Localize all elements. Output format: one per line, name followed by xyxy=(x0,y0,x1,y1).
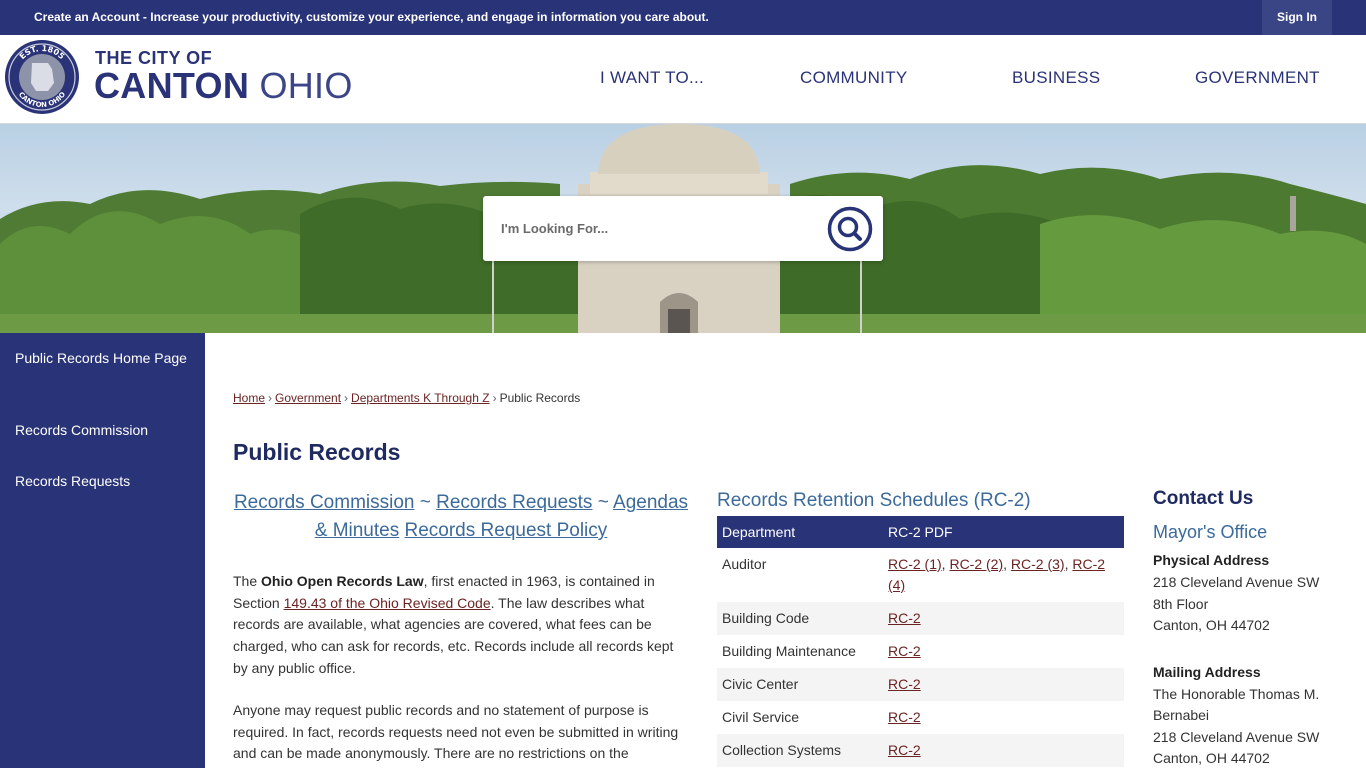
table-row: Civil Service RC-2 xyxy=(717,701,1124,734)
dept-cell: Auditor xyxy=(722,556,767,572)
dept-cell: Civic Center xyxy=(717,668,883,701)
mailing-address-line: Bernabei xyxy=(1153,707,1210,723)
nav-i-want-to[interactable]: I WANT TO... xyxy=(600,68,704,88)
retention-schedules-title: Records Retention Schedules (RC-2) xyxy=(717,490,1031,511)
rc2-link[interactable]: RC-2 (2) xyxy=(949,556,1003,572)
table-row: Building Code RC-2 xyxy=(717,602,1124,635)
mailing-address-line: Canton, OH 44702 xyxy=(1153,750,1270,766)
breadcrumb-separator: › xyxy=(344,391,349,405)
retention-table: Department RC-2 PDF Auditor RC-2 (1), RC… xyxy=(717,516,1124,767)
pdf-cell: RC-2 (1), RC-2 (2), RC-2 (3), RC-2 (4) xyxy=(888,556,1106,593)
section-sidebar: Public Records Home Page Records Commiss… xyxy=(0,333,205,768)
breadcrumb-current: Public Records xyxy=(499,391,581,405)
dept-cell: Building Maintenance xyxy=(722,643,856,659)
account-promo: Create an Account - Increase your produc… xyxy=(34,10,709,24)
contact-office-name: Mayor's Office xyxy=(1153,522,1268,542)
page-title: Public Records xyxy=(233,439,401,465)
rc2-link[interactable]: RC-2 xyxy=(888,742,921,758)
site-header: EST. 1805 CANTON OHIO THE CITY OF CANTON… xyxy=(0,35,1366,124)
brand-canton: CANTON xyxy=(94,65,250,106)
brand-ohio: OHIO xyxy=(249,65,353,106)
nav-business[interactable]: BUSINESS xyxy=(1012,68,1100,88)
rc2-link[interactable]: RC-2 xyxy=(888,676,921,692)
contact-us-heading: Contact Us xyxy=(1153,488,1254,509)
nav-community[interactable]: COMMUNITY xyxy=(800,68,908,88)
search-icon[interactable] xyxy=(827,206,873,252)
breadcrumb-separator: › xyxy=(492,391,497,405)
city-seal-logo[interactable]: EST. 1805 CANTON OHIO xyxy=(4,39,80,115)
table-header-row: Department RC-2 PDF xyxy=(717,516,1124,548)
sign-in-button[interactable]: Sign In xyxy=(1262,0,1332,35)
table-row: Civic Center RC-2 xyxy=(717,668,1124,701)
tilde-separator: ~ xyxy=(414,492,437,513)
link-records-requests[interactable]: Records Requests xyxy=(436,492,592,513)
pdf-cell: RC-2 xyxy=(883,734,1124,767)
link-records-request-policy[interactable]: Records Request Policy xyxy=(405,520,608,541)
pdf-cell: RC-2 xyxy=(883,668,1124,701)
quick-links: Records Commission ~ Records Requests ~ … xyxy=(233,489,689,545)
physical-address-line: Canton, OH 44702 xyxy=(1153,617,1270,633)
dept-cell: Civil Service xyxy=(722,709,800,725)
pdf-cell: RC-2 xyxy=(883,602,1124,635)
rc2-link[interactable]: RC-2 (1) xyxy=(888,556,942,572)
physical-address-line: 8th Floor xyxy=(1153,596,1209,612)
sidebar-item-public-records-home[interactable]: Public Records Home Page xyxy=(15,347,195,369)
header-department: Department xyxy=(717,516,883,548)
physical-address-line: 218 Cleveland Avenue SW xyxy=(1153,574,1320,590)
tilde-separator: ~ xyxy=(592,492,614,513)
pdf-cell: RC-2 xyxy=(883,701,1124,734)
link-agendas-line2: Minutes xyxy=(332,520,400,541)
table-row: Auditor RC-2 (1), RC-2 (2), RC-2 (3), RC… xyxy=(717,548,1124,602)
dept-cell: Collection Systems xyxy=(717,734,883,767)
sidebar-item-records-requests[interactable]: Records Requests xyxy=(15,470,195,492)
link-records-commission[interactable]: Records Commission xyxy=(234,492,415,513)
mailing-address-line: The Honorable Thomas M. xyxy=(1153,686,1320,702)
site-search-box xyxy=(483,196,883,261)
breadcrumb-departments[interactable]: Departments K Through Z xyxy=(351,391,490,405)
physical-address-label: Physical Address xyxy=(1153,552,1270,568)
ohio-revised-code-link[interactable]: 149.43 of the Ohio Revised Code xyxy=(284,595,491,611)
breadcrumb-home[interactable]: Home xyxy=(233,391,265,405)
pdf-cell: RC-2 xyxy=(883,635,1124,668)
breadcrumb-separator: › xyxy=(268,391,273,405)
mailing-address-line: 218 Cleveland Avenue SW xyxy=(1153,729,1320,745)
request-paragraph: Anyone may request public records and no… xyxy=(233,702,679,762)
rc2-link[interactable]: RC-2 xyxy=(888,709,921,725)
breadcrumb: Home › Government › Departments K Through Z ›… xyxy=(233,391,580,405)
search-input[interactable] xyxy=(501,216,821,240)
sidebar-item-records-commission[interactable]: Records Commission xyxy=(15,419,195,441)
dept-cell: Building Code xyxy=(717,602,883,635)
nav-government[interactable]: GOVERNMENT xyxy=(1195,68,1320,88)
promo-text: - Increase your productivity, customize … xyxy=(139,10,709,24)
rc2-link[interactable]: RC-2 (3) xyxy=(1011,556,1065,572)
table-row: Collection Systems RC-2 xyxy=(717,734,1124,767)
p1-text-a: The xyxy=(233,573,262,589)
header-rc2-pdf: RC-2 PDF xyxy=(883,516,1124,548)
create-account-link[interactable]: Create an Account xyxy=(34,10,140,24)
table-row: Building Maintenance RC-2 xyxy=(717,635,1124,668)
brand-main-line[interactable]: CANTON OHIO xyxy=(94,65,353,107)
hero-banner xyxy=(0,124,1366,333)
mailing-address-label: Mailing Address xyxy=(1153,664,1261,680)
breadcrumb-government[interactable]: Government xyxy=(275,391,341,405)
p1-bold: Ohio Open Records Law xyxy=(261,573,424,589)
intro-paragraph: The Ohio Open Records Law, first enacted… xyxy=(233,571,691,680)
rc2-link[interactable]: RC-2 xyxy=(888,643,921,659)
top-utility-bar: Create an Account - Increase your produc… xyxy=(0,0,1366,35)
rc2-link[interactable]: RC-2 xyxy=(888,610,921,626)
